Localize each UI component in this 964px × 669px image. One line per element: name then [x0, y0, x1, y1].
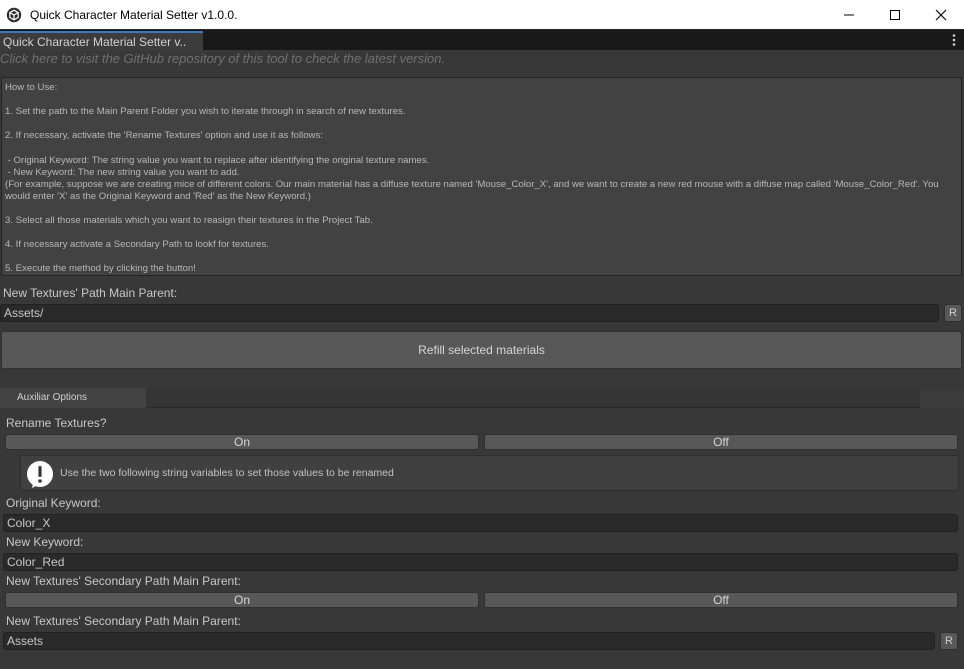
- more-options-icon[interactable]: [950, 33, 958, 47]
- close-icon: [935, 9, 947, 20]
- secondary-path-toggle-label: New Textures' Secondary Path Main Parent…: [6, 574, 241, 588]
- secondary-path-off-button[interactable]: Off: [484, 592, 958, 608]
- tab-quick-character-material-setter[interactable]: Quick Character Material Setter v..: [0, 31, 203, 51]
- new-keyword-field[interactable]: Color_Red: [3, 553, 958, 571]
- how-to-use-text: How to Use: 1. Set the path to the Main …: [1, 77, 962, 276]
- close-button[interactable]: [918, 0, 964, 29]
- rename-textures-label: Rename Textures?: [6, 416, 107, 430]
- minimize-button[interactable]: [826, 0, 872, 29]
- new-keyword-label: New Keyword:: [6, 535, 84, 549]
- rename-help-box: Use the two following string variables t…: [20, 455, 959, 491]
- rename-off-button[interactable]: Off: [484, 434, 958, 450]
- secondary-path-field[interactable]: Assets: [3, 632, 935, 650]
- window-title: Quick Character Material Setter v1.0.0.: [30, 7, 238, 22]
- github-link[interactable]: Click here to visit the GitHub repositor…: [0, 51, 445, 66]
- maximize-button[interactable]: [872, 0, 918, 29]
- editor-tab-bar: Quick Character Material Setter v..: [0, 29, 964, 51]
- rename-on-button[interactable]: On: [5, 434, 479, 450]
- title-bar: Quick Character Material Setter v1.0.0.: [0, 0, 964, 29]
- original-keyword-field[interactable]: Color_X: [3, 514, 958, 532]
- secondary-path-label: New Textures' Secondary Path Main Parent…: [6, 614, 241, 628]
- tab-auxiliar-options[interactable]: Auxiliar Options: [0, 388, 146, 408]
- auxiliar-options-header: Auxiliar Options: [0, 388, 964, 408]
- rename-help-text: Use the two following string variables t…: [60, 467, 394, 479]
- maximize-icon: [890, 9, 900, 20]
- aux-tab-spacer: [920, 388, 964, 408]
- minimize-icon: [844, 14, 854, 15]
- secondary-path-on-button[interactable]: On: [5, 592, 479, 608]
- refill-selected-materials-button[interactable]: Refill selected materials: [1, 331, 962, 369]
- main-path-label: New Textures' Path Main Parent:: [3, 286, 178, 300]
- warning-icon: [27, 461, 53, 488]
- secondary-path-reset-button[interactable]: R: [940, 632, 958, 650]
- unity-logo-icon: [6, 7, 22, 22]
- original-keyword-label: Original Keyword:: [6, 496, 101, 510]
- main-path-reset-button[interactable]: R: [944, 304, 962, 322]
- main-path-field[interactable]: Assets/: [0, 304, 939, 322]
